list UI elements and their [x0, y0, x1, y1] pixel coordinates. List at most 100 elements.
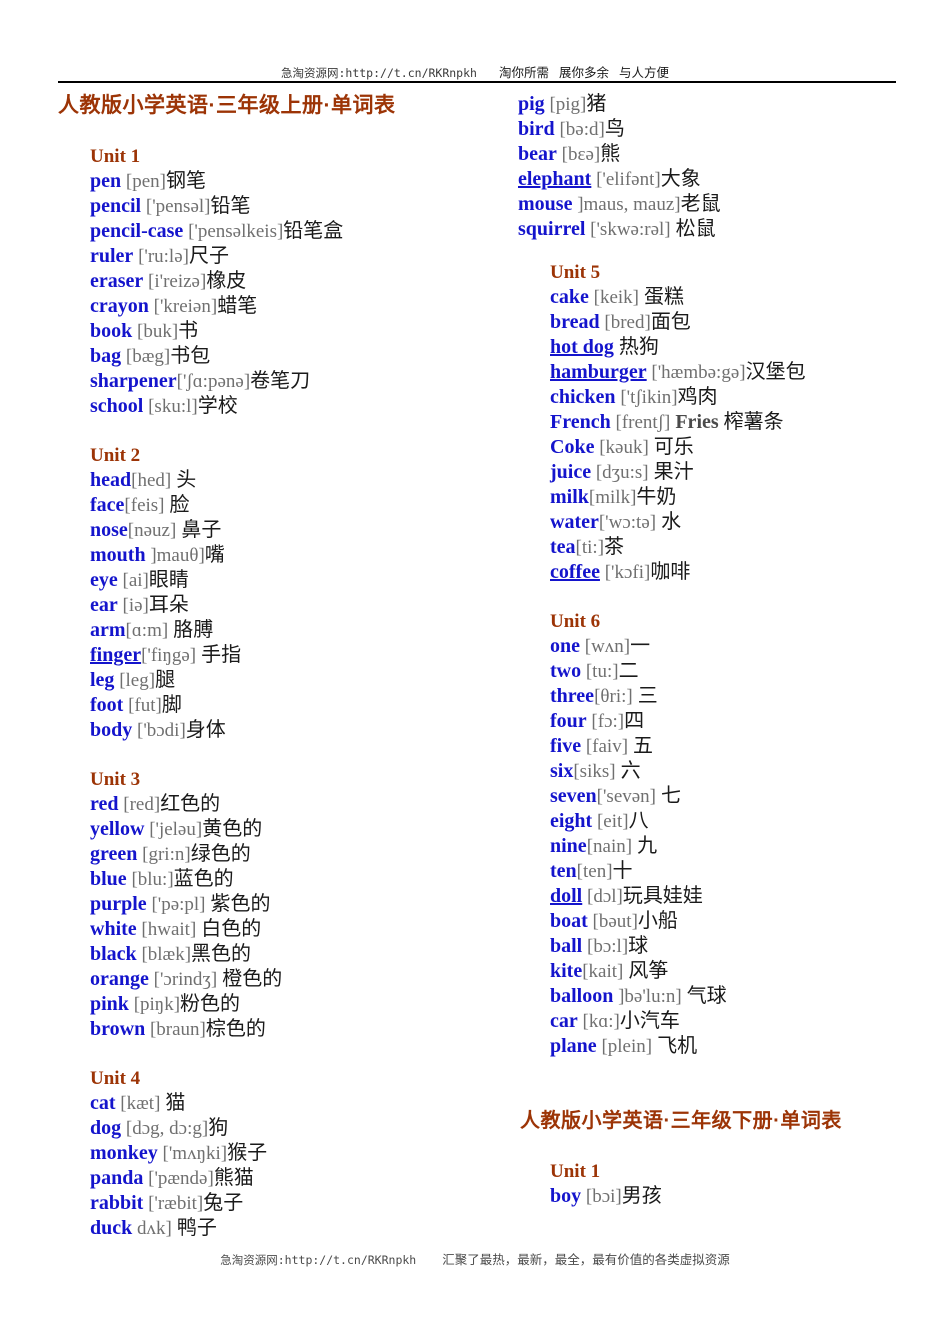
- vocabulary-entry: Coke [kəuk] 可乐: [550, 435, 938, 460]
- unit-section: Unit 1 pen [pen]钢笔 pencil ['pensəl]铅笔 penci…: [90, 144, 478, 419]
- vocab-translation: 熊: [600, 143, 621, 165]
- vocab-word: leg: [90, 669, 115, 691]
- vocab-word: juice: [550, 461, 592, 483]
- vocab-word: mouse: [518, 193, 573, 215]
- vocab-phonetic: [ɑ:m]: [125, 620, 169, 641]
- right-column: pig [pig]猪 bird [bə:d]鸟 bear [bɛə]熊 elephan…: [518, 92, 938, 1209]
- vocab-translation: 七: [656, 785, 682, 807]
- unit-heading: Unit 1: [550, 1161, 601, 1182]
- vocabulary-entry: French [frentʃ] Fries 榨薯条: [550, 410, 938, 435]
- vocab-word: bag: [90, 345, 122, 367]
- vocab-phonetic: ]mauθ]: [145, 545, 205, 566]
- vocab-translation: 棕色的: [205, 1018, 266, 1040]
- vocabulary-entry: doll [dɔl]玩具娃娃: [550, 884, 938, 909]
- vocabulary-entry: purple ['pə:pl] 紫色的: [90, 892, 478, 917]
- vocab-word: dog: [90, 1117, 122, 1139]
- vocabulary-entry: arm[ɑ:m] 胳膊: [90, 618, 478, 643]
- vocab-word: car: [550, 1010, 578, 1032]
- vocab-phonetic: ['bɔdi]: [132, 720, 186, 741]
- vocab-word: cat: [90, 1092, 116, 1114]
- vocab-phonetic: [blu:]: [126, 869, 174, 890]
- vocab-word[interactable]: hamburger: [550, 361, 647, 383]
- vocab-phonetic: ['ræbit]: [143, 1193, 204, 1214]
- worksheet-page: 急淘资源网:http://t.cn/RKRnpkh 淘你所需 展你多余 与人方便 人教…: [0, 0, 950, 1344]
- vocabulary-entry: crayon ['kreiən]蜡笔: [90, 294, 478, 319]
- vocab-phonetic: [keik]: [588, 287, 640, 308]
- vocabulary-entry: brown [braun]棕色的: [90, 1017, 478, 1042]
- vocab-phonetic: [ti:]: [575, 537, 605, 558]
- header-site-url: 急淘资源网:http://t.cn/RKRnpkh: [280, 66, 477, 80]
- unit-section: Unit 1 boy [bɔi]男孩: [550, 1159, 938, 1209]
- vocabulary-entry: black [blæk]黑色的: [90, 942, 478, 967]
- footer-slogan: 汇聚了最热，最新，最全，最有价值的各类虚拟资源: [442, 1253, 730, 1267]
- vocab-phonetic: [bɔ:l]: [582, 936, 629, 957]
- vocab-phonetic: ['ru:lə]: [133, 246, 189, 267]
- unit-section: Unit 5 cake [keik] 蛋糕 bread [bred]面包 hot do…: [550, 260, 938, 585]
- vocab-translation: 男孩: [621, 1185, 662, 1207]
- vocab-word[interactable]: finger: [90, 644, 141, 666]
- vocab-word: cake: [550, 286, 589, 308]
- vocab-translation: 五: [628, 735, 654, 757]
- vocabulary-entry: white [hwait] 白色的: [90, 917, 478, 942]
- vocabulary-entry: two [tu:]二: [550, 659, 938, 684]
- vocab-translation: 猴子: [227, 1142, 268, 1164]
- vocabulary-entry: blue [blu:]蓝色的: [90, 867, 478, 892]
- vocab-translation: 橙色的: [217, 968, 283, 990]
- vocab-translation: 鸟: [604, 118, 625, 140]
- vocab-word: purple: [90, 893, 147, 915]
- vocabulary-entry: duck dʌk] 鸭子: [90, 1216, 478, 1241]
- vocab-translation: 咖啡: [650, 561, 691, 583]
- vocab-translation: 紫色的: [205, 893, 271, 915]
- vocabulary-entry: four [fɔ:]四: [550, 709, 938, 734]
- vocab-translation: 松鼠: [670, 218, 716, 240]
- vocab-word: blue: [90, 868, 127, 890]
- vocab-phonetic: [fɔ:]: [586, 711, 625, 732]
- vocab-translation: 熊猫: [213, 1167, 254, 1189]
- vocabulary-entry: dog [dɔg, dɔ:g]狗: [90, 1116, 478, 1141]
- vocab-phonetic: [siks]: [573, 761, 616, 782]
- vocab-translation: 茶: [604, 536, 625, 558]
- vocab-translation: 六: [615, 760, 641, 782]
- vocab-translation: 二: [618, 660, 639, 682]
- footer-site-url: 急淘资源网:http://t.cn/RKRnpkh: [220, 1253, 417, 1267]
- right-unit-list: Unit 5 cake [keik] 蛋糕 bread [bred]面包 hot do…: [518, 260, 938, 1059]
- vocab-phonetic: [bæg]: [121, 346, 171, 367]
- vocab-phonetic: ['sevən]: [596, 786, 657, 807]
- vocab-phonetic: [kæt]: [115, 1093, 161, 1114]
- vocabulary-entry: head[hed] 头: [90, 468, 478, 493]
- vocabulary-entry: plane [plein] 飞机: [550, 1034, 938, 1059]
- vocab-translation: 钢笔: [165, 170, 206, 192]
- vocab-translation: 白色的: [196, 918, 262, 940]
- vocab-phonetic: [faiv]: [581, 736, 629, 757]
- vocab-word: ruler: [90, 245, 134, 267]
- vocab-word: nose: [90, 519, 128, 541]
- vocabulary-entry: ten[ten]十: [550, 859, 938, 884]
- vocab-word: one: [550, 635, 580, 657]
- vocab-phonetic: [frentʃ]: [610, 412, 671, 433]
- unit-heading: Unit 5: [550, 262, 601, 283]
- vocab-word[interactable]: coffee: [550, 561, 600, 583]
- vocab-word[interactable]: elephant: [518, 168, 591, 190]
- vocab-word: pig: [518, 93, 545, 115]
- vocabulary-entry: bag [bæg]书包: [90, 344, 478, 369]
- vocab-phonetic: [kɑ:]: [577, 1011, 620, 1032]
- vocab-translation: 蛋糕: [639, 286, 685, 308]
- vocab-word[interactable]: hot dog: [550, 336, 614, 358]
- vocab-phonetic: [dɔl]: [582, 886, 623, 907]
- vocabulary-entry: monkey ['mʌŋki]猴子: [90, 1141, 478, 1166]
- vocab-translation: 头: [171, 469, 197, 491]
- vocab-word[interactable]: doll: [550, 885, 582, 907]
- vocabulary-entry: green [gri:n]绿色的: [90, 842, 478, 867]
- vocab-translation: 绿色的: [190, 843, 251, 865]
- vocabulary-entry: five [faiv] 五: [550, 734, 938, 759]
- vocab-word: pen: [90, 170, 122, 192]
- vocabulary-entry: mouth ]mauθ]嘴: [90, 543, 478, 568]
- vocab-word: mouth: [90, 544, 146, 566]
- unit-heading: Unit 1: [90, 146, 141, 167]
- vocabulary-entry: milk[milk]牛奶: [550, 485, 938, 510]
- vocab-translation: 飞机: [652, 1035, 698, 1057]
- header-watermark: 急淘资源网:http://t.cn/RKRnpkh 淘你所需 展你多余 与人方便: [281, 62, 669, 81]
- vocab-phonetic: [bəut]: [587, 911, 638, 932]
- vocab-phonetic: ]maus, mauz]: [572, 194, 681, 215]
